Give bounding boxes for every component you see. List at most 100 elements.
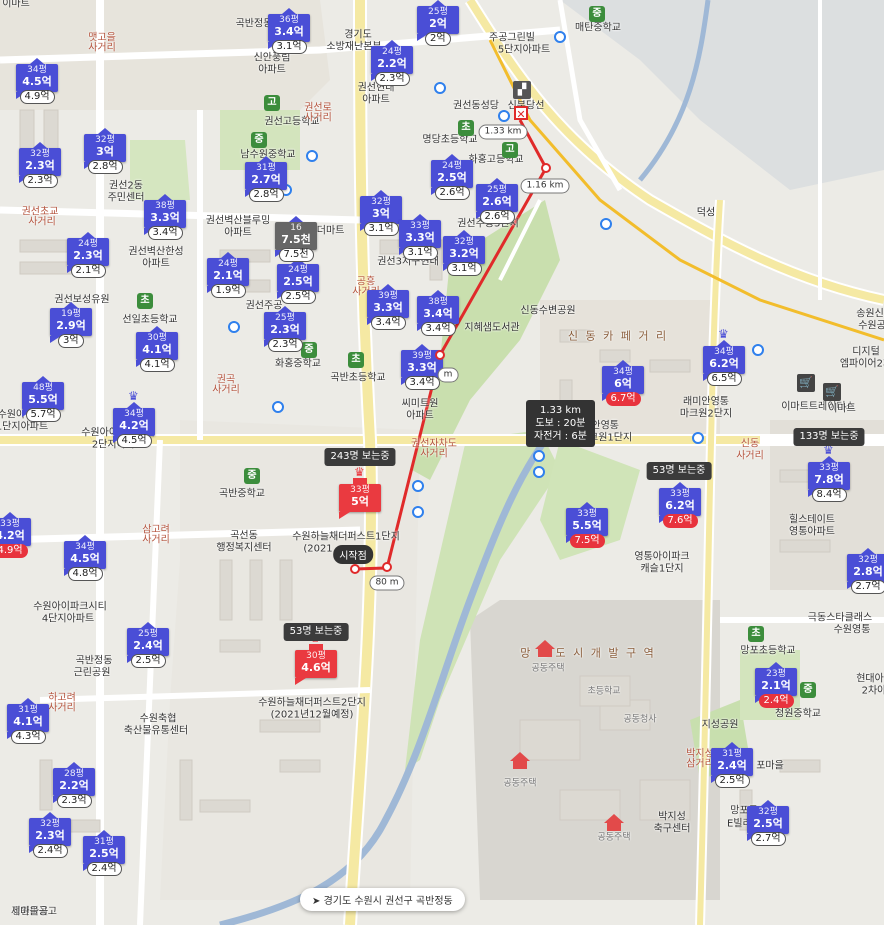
bus-stop-icon[interactable]	[434, 82, 446, 94]
marker-pin[interactable]: 19평 2.9억	[50, 302, 92, 343]
listing-marker[interactable]: ♛ 33평 7.8억 8.4억	[808, 444, 850, 502]
listing-marker[interactable]: 32평 3.2억 3.1억	[443, 230, 485, 276]
listing-marker[interactable]: 25평 2.4억 2.5억	[127, 622, 169, 668]
school-icon[interactable]: 초	[348, 352, 364, 368]
marker-pin[interactable]: 31평 2.4억	[711, 742, 753, 783]
marker-pin[interactable]: 33평 5억	[339, 478, 381, 519]
listing-marker[interactable]: 38평 3.4억 3.4억	[417, 290, 459, 336]
school-icon[interactable]: 중	[251, 132, 267, 148]
marker-pin[interactable]: 24평 2.1억	[207, 252, 249, 293]
marker-pin[interactable]: 31평 2.7억	[245, 156, 287, 197]
marker-pin[interactable]: 25평 2.6억	[476, 178, 518, 219]
marker-pin[interactable]: 16 7.5천	[275, 216, 317, 257]
listing-marker[interactable]: 28평 2.2억 2.3억	[53, 762, 95, 808]
marker-pin[interactable]: 32평 3억	[360, 190, 402, 231]
listing-marker[interactable]: 34평 6억 6.7억	[602, 360, 644, 406]
listing-marker[interactable]: 33평 6.2억 7.6억	[659, 482, 701, 528]
listing-marker[interactable]: 33평4.2억4.9억	[0, 512, 31, 558]
listing-marker[interactable]: 31평 2.5억 2.4억	[83, 830, 125, 876]
address-bar[interactable]: ➤ 경기도 수원시 권선구 곡반정동	[300, 888, 465, 911]
listing-marker[interactable]: 32평 3억 3.1억	[360, 190, 402, 236]
marker-pin[interactable]: 34평 4.2억	[113, 402, 155, 443]
marker-pin[interactable]: 24평 2.3억	[67, 232, 109, 273]
hot-listing-marker[interactable]: ♛ 33평 5억	[339, 466, 381, 519]
marker-pin[interactable]: 31평 2.5억	[83, 830, 125, 871]
mart-icon[interactable]: 🛒	[823, 383, 841, 401]
marker-pin[interactable]: 32평 2.3억	[29, 812, 71, 853]
school-icon[interactable]: 고	[502, 142, 518, 158]
mart-icon[interactable]: 🛒	[797, 374, 815, 392]
listing-marker[interactable]: ♛ 34평 4.2억 4.5억	[113, 390, 155, 448]
listing-marker[interactable]: 30평 4.1억 4.1억	[136, 326, 178, 372]
school-icon[interactable]: 고	[264, 95, 280, 111]
listing-marker[interactable]: ♛ 34평 6.2억 6.5억	[703, 328, 745, 386]
marker-pin[interactable]: 24평 2.2억	[371, 40, 413, 81]
school-icon[interactable]: 초	[137, 293, 153, 309]
marker-pin[interactable]: 25평 2.4억	[127, 622, 169, 663]
marker-pin[interactable]: 36평 3.4억	[268, 8, 310, 49]
bus-stop-icon[interactable]	[498, 110, 510, 122]
listing-marker[interactable]: 31평 4.1억 4.3억	[7, 698, 49, 744]
listing-marker[interactable]: 34평 4.5억 4.9억	[16, 58, 58, 104]
marker-pin[interactable]: 24평 2.5억	[431, 154, 473, 195]
listing-marker[interactable]: 32평 2.5억 2.7억	[747, 800, 789, 846]
marker-pin[interactable]: 34평 6억	[602, 360, 644, 401]
bus-stop-icon[interactable]	[412, 506, 424, 518]
bus-stop-icon[interactable]	[412, 480, 424, 492]
school-icon[interactable]: 중	[800, 682, 816, 698]
marker-pin[interactable]: 34평 6.2억	[703, 340, 745, 381]
listing-marker[interactable]: 25평 2.3억 2.3억	[264, 306, 306, 352]
marker-pin[interactable]: 32평 2.3억	[19, 142, 61, 183]
bus-stop-icon[interactable]	[692, 432, 704, 444]
marker-pin[interactable]: 32평 3억	[84, 128, 126, 169]
subway-station-icon[interactable]: ▞	[513, 81, 531, 99]
marker-pin[interactable]: 39평 3.3억	[367, 284, 409, 325]
listing-marker[interactable]: 39평 3.3억 3.4억	[367, 284, 409, 330]
route-waypoint-dot[interactable]	[435, 350, 445, 360]
listing-marker[interactable]: 24평 2.5억 2.6억	[431, 154, 473, 200]
listing-marker[interactable]: 32평 2.3억 2.3억	[19, 142, 61, 188]
marker-pin[interactable]: 30평 4.1억	[136, 326, 178, 367]
bus-stop-icon[interactable]	[752, 344, 764, 356]
hot-listing-marker[interactable]: ♛30평4.6억	[295, 632, 337, 685]
listing-marker[interactable]: 19평 2.9억 3억	[50, 302, 92, 348]
marker-pin[interactable]: 28평 2.2억	[53, 762, 95, 803]
listing-marker[interactable]: 25평 2.6억 2.6억	[476, 178, 518, 224]
bus-stop-icon[interactable]	[600, 218, 612, 230]
listing-marker[interactable]: 31평 2.7억 2.8억	[245, 156, 287, 202]
marker-pin[interactable]: 25평 2.3억	[264, 306, 306, 347]
marker-pin[interactable]: 32평 3.2억	[443, 230, 485, 271]
school-icon[interactable]: 중	[301, 342, 317, 358]
school-icon[interactable]: 초	[458, 120, 474, 136]
listing-marker[interactable]: 24평 2.2억 2.3억	[371, 40, 413, 86]
marker-pin[interactable]: 33평4.2억	[0, 512, 31, 546]
marker-pin[interactable]: 33평 3.3억	[399, 214, 441, 255]
bus-stop-icon[interactable]	[228, 321, 240, 333]
route-waypoint-dot[interactable]	[541, 163, 551, 173]
route-start-dot[interactable]	[350, 564, 360, 574]
school-icon[interactable]: 초	[748, 626, 764, 642]
marker-pin[interactable]: 33평 7.8억	[808, 456, 850, 497]
listing-marker[interactable]: 24평 2.3억 2.1억	[67, 232, 109, 278]
bus-stop-icon[interactable]	[306, 150, 318, 162]
marker-pin[interactable]: 48평 5.5억	[22, 376, 64, 417]
listing-marker[interactable]: 33평 5.5억 7.5억	[566, 502, 608, 548]
marker-pin[interactable]: 33평 5.5억	[566, 502, 608, 543]
school-icon[interactable]: 중	[589, 6, 605, 22]
listing-marker[interactable]: 48평 5.5억 5.7억	[22, 376, 64, 422]
marker-pin[interactable]: 30평 4.6억	[295, 644, 337, 685]
route-end-icon[interactable]: ✕	[514, 106, 528, 121]
bus-stop-icon[interactable]	[533, 450, 545, 462]
listing-marker[interactable]: 36평 3.4억 3.1억	[268, 8, 310, 54]
bus-stop-icon[interactable]	[554, 31, 566, 43]
marker-pin[interactable]: 38평 3.4억	[417, 290, 459, 331]
marker-pin[interactable]: 34평 4.5억	[16, 58, 58, 99]
listing-marker[interactable]: 32평 2.8억 2.7억	[847, 548, 884, 594]
listing-marker[interactable]: 23평 2.1억 2.4억	[755, 662, 797, 708]
marker-pin[interactable]: 23평 2.1억	[755, 662, 797, 703]
listing-marker[interactable]: 31평 2.4억 2.5억	[711, 742, 753, 788]
marker-pin[interactable]: 32평 2.5억	[747, 800, 789, 841]
marker-pin[interactable]: 31평 4.1억	[7, 698, 49, 739]
listing-marker[interactable]: 38평 3.3억 3.4억	[144, 194, 186, 240]
listing-marker[interactable]: 34평 4.5억 4.8억	[64, 535, 106, 581]
